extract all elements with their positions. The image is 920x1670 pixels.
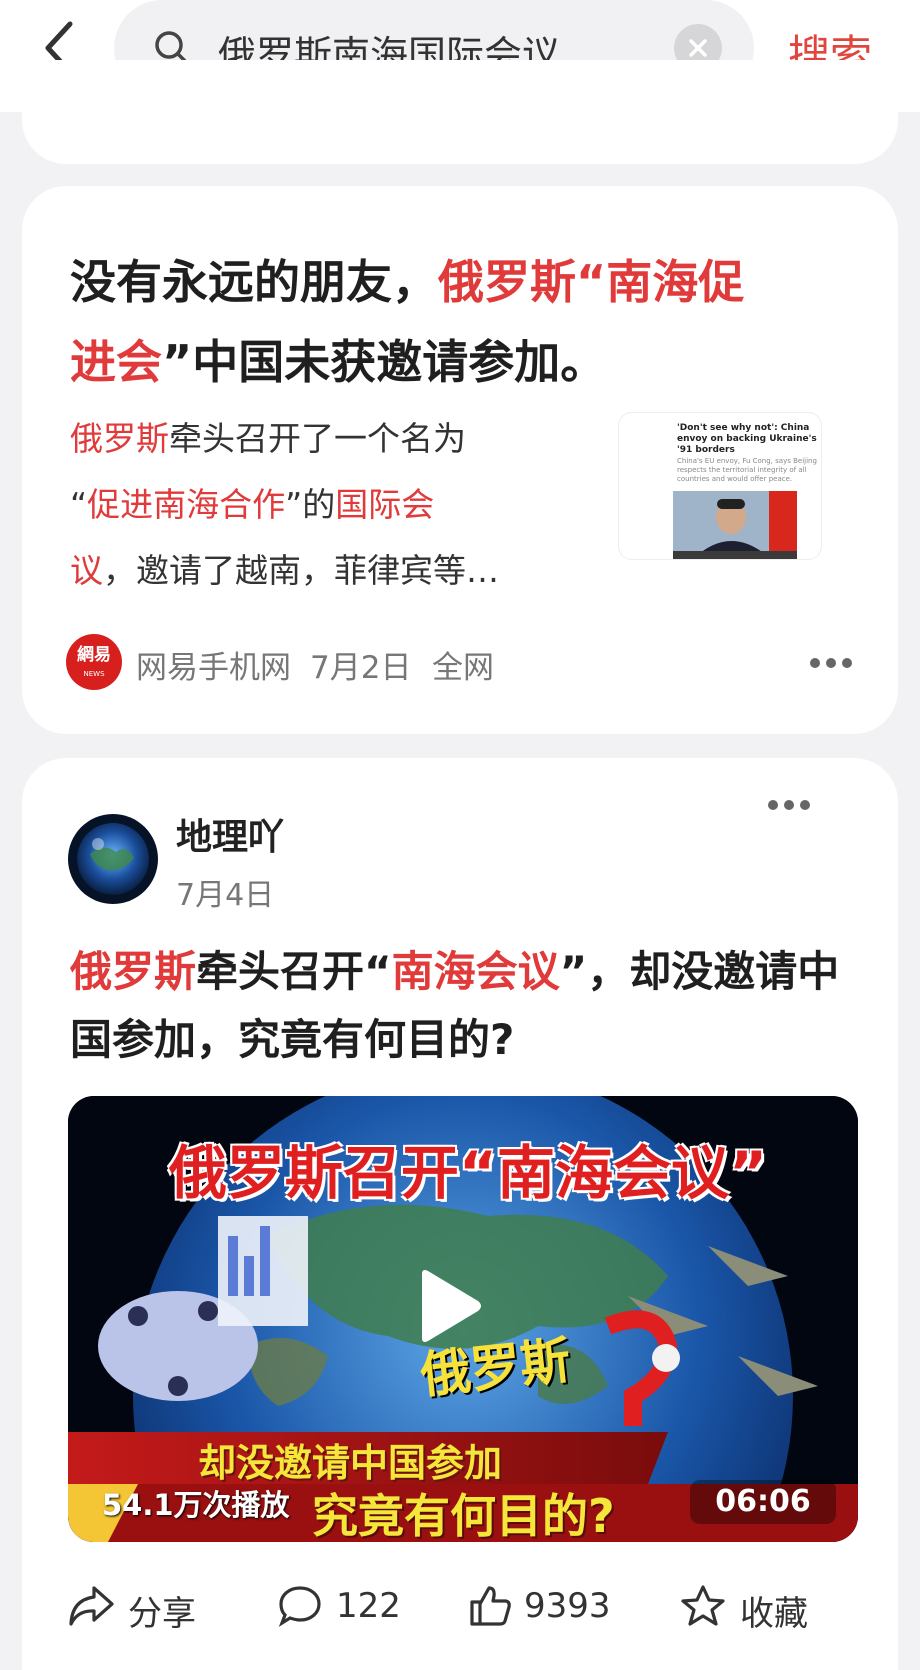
post-title[interactable]: 俄罗斯牵头召开“南海会议”，却没邀请中国参加，究竟有何目的? bbox=[70, 938, 860, 1074]
previous-card bbox=[22, 60, 898, 164]
share-label: 分享 bbox=[128, 1594, 196, 1634]
article-meta: 網易 NEWS 网易手机网 7月2日 全网 bbox=[66, 632, 856, 692]
star-icon bbox=[681, 1585, 725, 1626]
play-icon[interactable] bbox=[414, 1268, 484, 1344]
author-name[interactable]: 地理吖 bbox=[176, 808, 284, 860]
article-title[interactable]: 没有永远的朋友，俄罗斯“南海促 进会”中国未获邀请参加。 bbox=[70, 242, 860, 402]
publish-date: 7月2日 bbox=[310, 650, 412, 686]
comment-icon bbox=[278, 1586, 321, 1627]
more-options-icon[interactable] bbox=[768, 800, 812, 812]
favorite-label: 收藏 bbox=[740, 1594, 808, 1634]
post-date: 7月4日 bbox=[176, 878, 275, 913]
news-card[interactable]: 没有永远的朋友，俄罗斯“南海促 进会”中国未获邀请参加。 俄罗斯牵头召开了一个名为… bbox=[22, 186, 898, 734]
share-button[interactable]: 分享 bbox=[68, 1566, 228, 1646]
favorite-button[interactable]: 收藏 bbox=[680, 1566, 858, 1646]
thumbnail-subtext: China's EU envoy, Fu Cong, says Beijing … bbox=[677, 457, 817, 483]
thumbs-up-icon bbox=[470, 1586, 511, 1626]
like-button[interactable]: 9393 bbox=[468, 1566, 628, 1646]
like-count: 9393 bbox=[524, 1586, 611, 1626]
view-count: 54.1万次播放 bbox=[102, 1488, 290, 1522]
comment-button[interactable]: 122 bbox=[278, 1566, 418, 1646]
comment-count: 122 bbox=[336, 1586, 401, 1626]
video-banner-line2: 究竟有何目的? bbox=[312, 1489, 615, 1542]
article-thumbnail[interactable]: 'Don't see why not': China envoy on back… bbox=[618, 412, 822, 560]
author-avatar[interactable] bbox=[68, 814, 158, 904]
video-player[interactable]: 俄罗斯召开“南海会议” 俄罗斯 却没邀请中国参加 究竟有何目的? 54.1万次播… bbox=[68, 1096, 858, 1542]
source-name[interactable]: 网易手机网 bbox=[136, 642, 291, 687]
thumbnail-headline: 'Don't see why not': China envoy on back… bbox=[677, 423, 817, 455]
video-headline: 俄罗斯召开“南海会议” bbox=[168, 1139, 768, 1207]
action-bar: 分享 122 9393 收藏 bbox=[68, 1566, 858, 1646]
netease-logo: 網易 NEWS bbox=[66, 634, 122, 690]
article-snippet: 俄罗斯牵头召开了一个名为 “促进南海合作”的国际会 议，邀请了越南，菲律宾等… bbox=[70, 419, 499, 590]
more-options-icon[interactable] bbox=[810, 658, 854, 670]
scope-label: 全网 bbox=[432, 650, 494, 686]
video-duration: 06:06 bbox=[690, 1480, 836, 1524]
video-banner-line1: 却没邀请中国参加 bbox=[198, 1441, 503, 1485]
video-post-card[interactable]: 地理吖 7月4日 俄罗斯牵头召开“南海会议”，却没邀请中国参加，究竟有何目的? bbox=[22, 758, 898, 1670]
envoy-photo bbox=[673, 491, 797, 559]
share-icon bbox=[69, 1586, 114, 1626]
